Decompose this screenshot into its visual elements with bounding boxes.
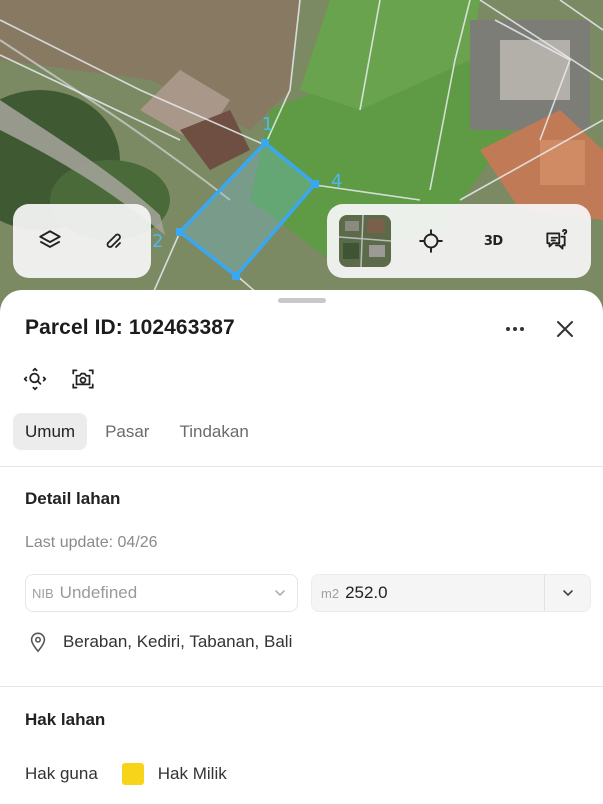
close-icon bbox=[557, 321, 573, 337]
rights-value: Hak Milik bbox=[157, 764, 227, 783]
vertex-label-1: 1 bbox=[262, 114, 273, 135]
nib-select[interactable]: NIB Undefined bbox=[25, 574, 298, 612]
rights-color-swatch bbox=[121, 763, 144, 785]
sheet-drag-handle[interactable] bbox=[278, 298, 326, 303]
map-tools-left bbox=[13, 204, 151, 278]
rights-section-title: Hak lahan bbox=[25, 710, 106, 729]
rights-row: Hak guna Hak Milik bbox=[25, 763, 227, 785]
screenshot-button[interactable] bbox=[68, 364, 98, 394]
parcel-detail-sheet: Parcel ID: 102463387 Umum Pasar Tindakan… bbox=[0, 290, 603, 804]
zoom-to-parcel-button[interactable] bbox=[20, 364, 50, 394]
chat-question-icon bbox=[546, 229, 568, 250]
3d-icon: 3D bbox=[483, 233, 503, 249]
locate-button[interactable] bbox=[408, 218, 454, 264]
area-field[interactable]: m2 252.0 bbox=[311, 574, 591, 612]
more-options-button[interactable] bbox=[497, 314, 533, 344]
area-unit-prefix: m2 bbox=[321, 585, 340, 601]
satellite-thumbnail[interactable] bbox=[339, 215, 391, 267]
camera-capture-icon bbox=[72, 369, 94, 389]
satellite-map[interactable]: 1 2 4 bbox=[0, 0, 603, 330]
vertex-label-2: 2 bbox=[152, 231, 163, 252]
chevron-down-icon bbox=[275, 590, 285, 597]
nib-value: Undefined bbox=[59, 583, 138, 602]
zoom-fit-icon bbox=[23, 367, 47, 391]
detail-tabs: Umum Pasar Tindakan bbox=[13, 413, 261, 450]
map-tools-right: 3D bbox=[327, 204, 591, 278]
parcel-tool-row bbox=[20, 364, 98, 394]
location-row: Beraban, Kediri, Tabanan, Bali bbox=[27, 631, 292, 653]
3d-toggle-button[interactable]: 3D bbox=[470, 218, 516, 264]
tab-umum[interactable]: Umum bbox=[13, 413, 88, 450]
tab-pasar[interactable]: Pasar bbox=[93, 413, 161, 450]
draw-path-icon bbox=[106, 233, 121, 248]
last-update-text: Last update: 04/26 bbox=[25, 534, 158, 551]
area-unit-dropdown[interactable] bbox=[544, 575, 590, 611]
chevron-down-icon bbox=[562, 590, 573, 597]
nib-prefix: NIB bbox=[32, 585, 54, 601]
divider bbox=[0, 466, 603, 467]
draw-path-button[interactable] bbox=[91, 218, 137, 264]
more-horizontal-icon bbox=[506, 327, 524, 331]
tab-tindakan[interactable]: Tindakan bbox=[167, 413, 260, 450]
parcel-title: Parcel ID: 102463387 bbox=[25, 316, 235, 339]
vertex-label-4: 4 bbox=[331, 171, 342, 192]
layers-button[interactable] bbox=[27, 218, 73, 264]
area-value: 252.0 bbox=[345, 583, 388, 602]
divider bbox=[0, 686, 603, 687]
crosshair-icon bbox=[418, 229, 443, 253]
map-pin-icon bbox=[30, 632, 46, 653]
rights-label: Hak guna bbox=[25, 764, 98, 783]
location-text: Beraban, Kediri, Tabanan, Bali bbox=[63, 632, 293, 651]
layers-icon bbox=[39, 230, 61, 248]
detail-section-title: Detail lahan bbox=[25, 489, 121, 508]
feedback-button[interactable] bbox=[533, 218, 579, 264]
close-button[interactable] bbox=[548, 312, 582, 346]
